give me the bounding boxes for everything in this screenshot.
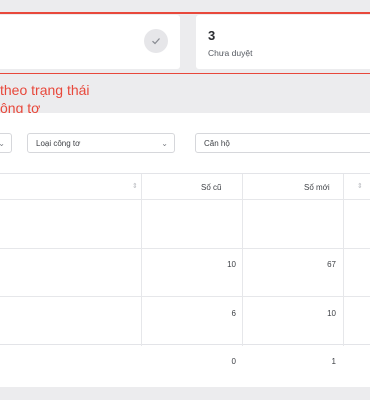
row-divider	[0, 248, 370, 249]
new-reading-cell: 10	[327, 309, 336, 318]
sort-icon[interactable]: ⇕	[132, 182, 138, 190]
old-reading-cell: 6	[231, 309, 236, 318]
status-filter-select[interactable]: ⌄	[0, 133, 12, 153]
meter-type-select-label: Loại công tơ	[36, 138, 81, 148]
new-reading-cell: 67	[327, 260, 336, 269]
new-reading-cell: 1	[331, 357, 336, 366]
annotation-line-1: theo trạng thái	[0, 82, 90, 98]
row-divider	[0, 296, 370, 297]
column-header-new-reading[interactable]: Số mới	[304, 183, 330, 192]
old-reading-cell: 0	[231, 357, 236, 366]
check-icon	[144, 29, 168, 53]
stat-card-left	[0, 15, 180, 69]
header-divider	[0, 199, 370, 200]
old-reading-cell: 10	[227, 260, 236, 269]
stat-card-pending[interactable]: 3 Chưa duyệt	[196, 15, 370, 69]
pending-label: Chưa duyệt	[208, 48, 253, 58]
meter-type-select[interactable]: Loại công tơ ⌄	[27, 133, 175, 153]
chevron-down-icon: ⌄	[161, 139, 168, 148]
readings-table: ⇕ ⇕ Số cũ Số mới 10 67 6 10 0 1	[0, 173, 370, 366]
sort-icon[interactable]: ⇕	[357, 182, 363, 190]
highlight-annotation-rule	[0, 12, 370, 14]
annotation-text: theo trạng thái ông tơ	[0, 81, 90, 117]
column-header-old-reading[interactable]: Số cũ	[201, 183, 221, 192]
apartment-input[interactable]: Căn hộ	[195, 133, 370, 153]
readings-panel: ⌄ Loại công tơ ⌄ Căn hộ ⇕ ⇕ Số cũ Số mới…	[0, 113, 370, 387]
pending-count: 3	[208, 28, 216, 43]
chevron-down-icon: ⌄	[0, 139, 5, 148]
apartment-input-label: Căn hộ	[204, 138, 230, 148]
